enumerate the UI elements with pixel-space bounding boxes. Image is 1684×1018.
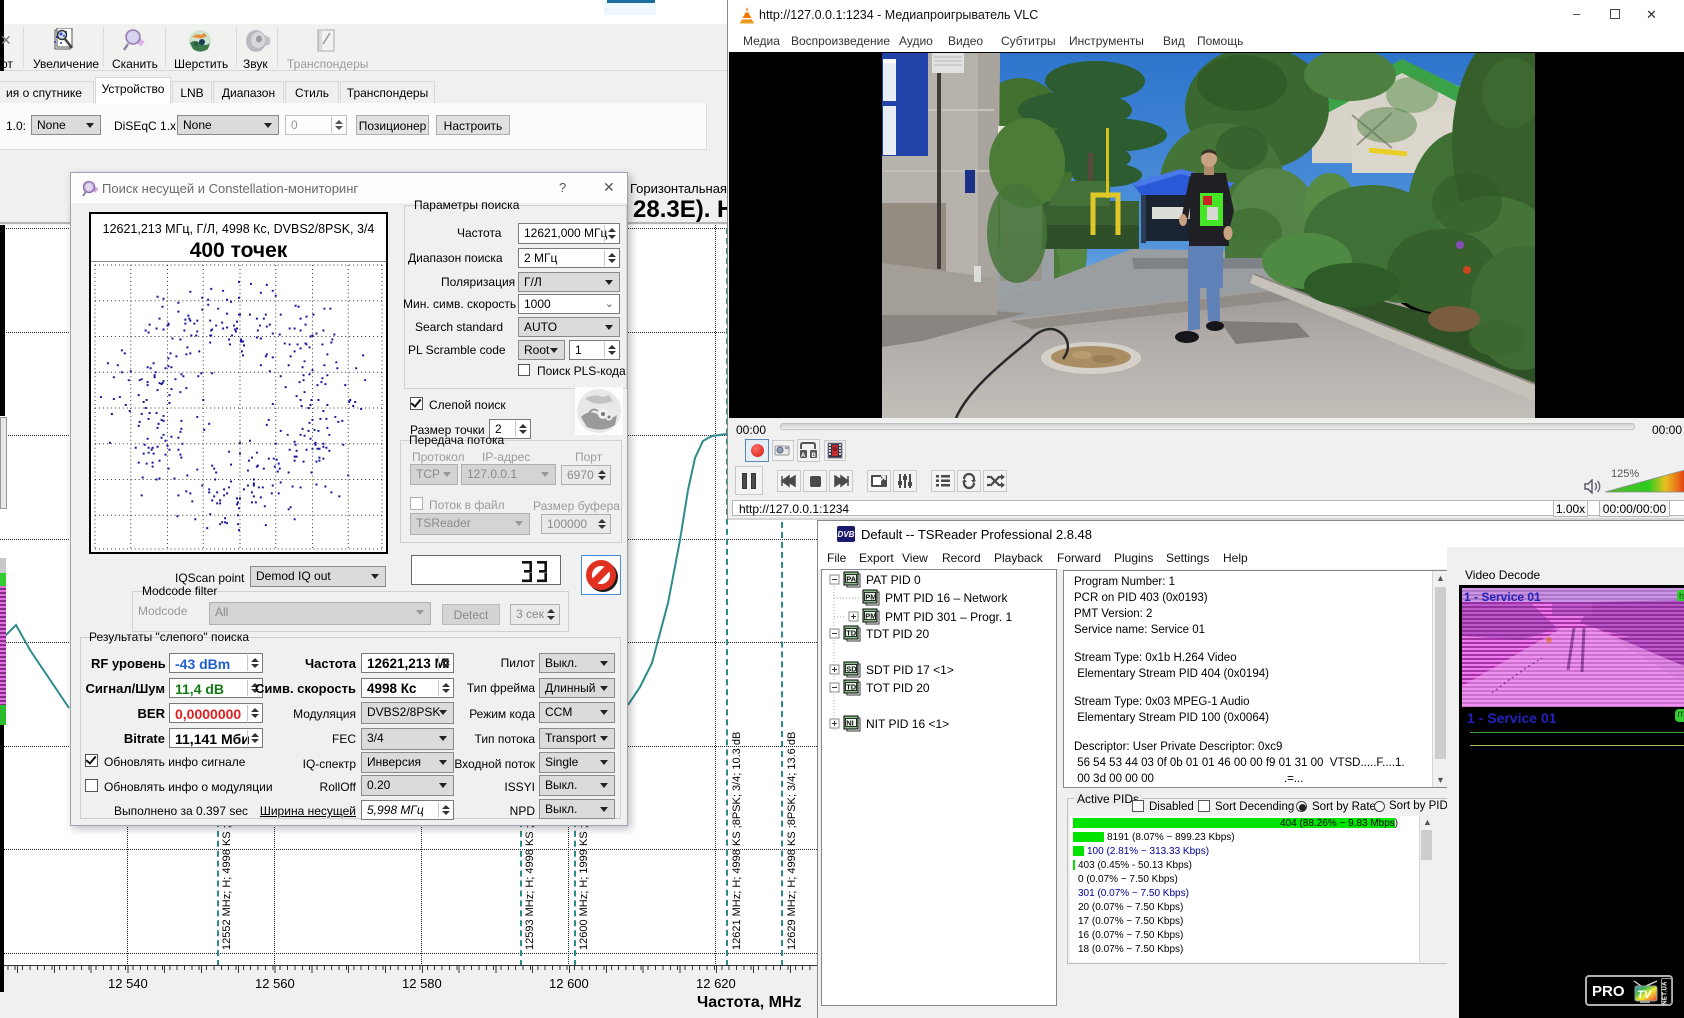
svg-text:PA: PA [846, 575, 856, 584]
svg-text:TDT PID 20: TDT PID 20 [866, 627, 929, 641]
svg-text:TOT PID 20: TOT PID 20 [866, 681, 930, 695]
svg-text:SDT PID 17 <1>: SDT PID 17 <1> [866, 663, 954, 677]
svg-text:PM: PM [865, 593, 876, 602]
svg-text:PAT PID 0: PAT PID 0 [866, 573, 921, 587]
svg-text:PMT PID 301 – Progr. 1: PMT PID 301 – Progr. 1 [885, 610, 1012, 624]
svg-text:PM: PM [865, 612, 876, 621]
svg-text:B: B [812, 453, 817, 459]
svg-text:SD: SD [846, 665, 857, 674]
svg-text:h: h [1679, 591, 1684, 601]
svg-text:1 - Service 01: 1 - Service 01 [1464, 590, 1541, 604]
svg-text:TD: TD [846, 629, 857, 638]
svg-text:TD: TD [846, 683, 857, 692]
svg-text:A: A [801, 453, 806, 459]
svg-text:PMT PID 16 – Network: PMT PID 16 – Network [885, 591, 1008, 605]
svg-text:NIT PID 16 <1>: NIT PID 16 <1> [866, 717, 949, 731]
svg-text:NI: NI [846, 719, 854, 728]
svg-text:TV: TV [1637, 989, 1653, 1001]
